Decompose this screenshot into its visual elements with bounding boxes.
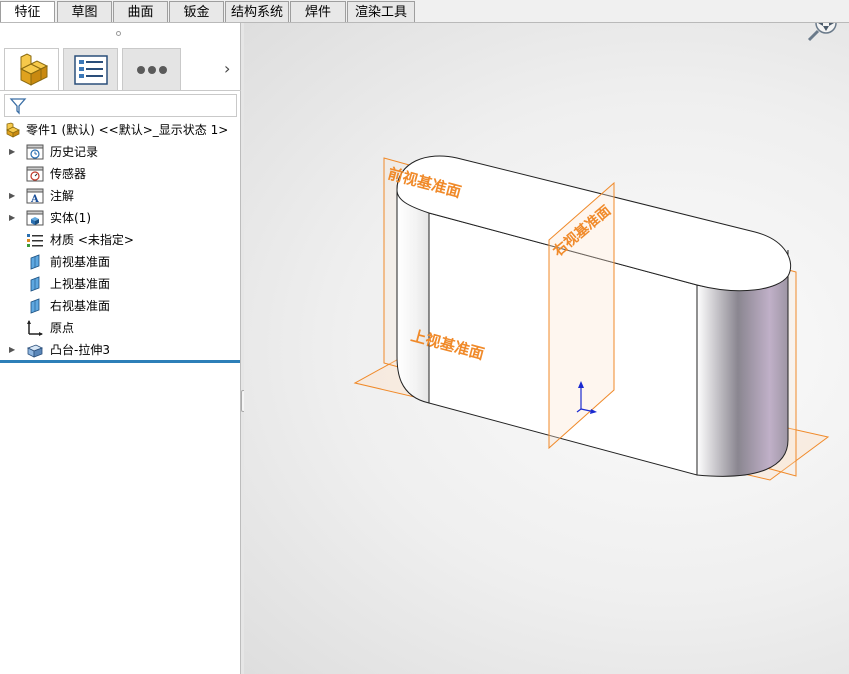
- tree-item-label: 材质 <未指定>: [50, 233, 134, 247]
- more-tab[interactable]: [122, 48, 181, 91]
- funnel-icon[interactable]: [8, 96, 28, 116]
- svg-text:A: A: [30, 194, 39, 204]
- featuremanager-tab[interactable]: [4, 48, 59, 91]
- annotation-icon: A: [26, 188, 44, 204]
- expand-arrow-icon[interactable]: ▶: [9, 339, 15, 361]
- featuremanager-icon: [19, 53, 49, 86]
- plane-icon: [30, 276, 40, 292]
- tree-item-sensors[interactable]: 传感器: [0, 163, 240, 185]
- graphics-viewport[interactable]: 前视基准面 上视基准面 右视基准面: [244, 23, 849, 674]
- propertymanager-tab[interactable]: [63, 48, 118, 91]
- tree-item-annotations[interactable]: ▶ A 注解: [0, 185, 240, 207]
- tree-item-top-plane[interactable]: 上视基准面: [0, 273, 240, 295]
- zoom-view-icon[interactable]: [807, 23, 837, 42]
- model-view[interactable]: 前视基准面 上视基准面 右视基准面: [244, 23, 849, 674]
- extrude-icon: [27, 344, 43, 358]
- tree-item-material[interactable]: 材质 <未指定>: [0, 229, 240, 251]
- tree-item-origin[interactable]: 原点: [0, 317, 240, 339]
- tab-sheet-metal[interactable]: 钣金: [169, 1, 224, 22]
- plane-icon: [30, 254, 40, 270]
- tree-root-label: 零件1 (默认) <<默认>_显示状态 1>: [26, 123, 229, 137]
- propertymanager-icon: [74, 55, 108, 85]
- tree-item-front-plane[interactable]: 前视基准面: [0, 251, 240, 273]
- expand-arrow-icon[interactable]: ▶: [9, 185, 15, 207]
- tree-item-label: 前视基准面: [50, 255, 111, 269]
- material-icon: [27, 234, 43, 247]
- tab-features[interactable]: 特征: [0, 1, 55, 23]
- tree-item-label: 凸台-拉伸3: [50, 343, 110, 357]
- expand-arrow-icon[interactable]: ▶: [9, 207, 15, 229]
- part-icon: [6, 122, 20, 138]
- tab-structure-system[interactable]: 结构系统: [225, 1, 289, 22]
- tab-render-tools[interactable]: 渲染工具: [347, 1, 415, 22]
- panel-grip-icon[interactable]: [116, 31, 121, 36]
- more-icon: [137, 66, 167, 74]
- tree-item-label: 右视基准面: [50, 299, 111, 313]
- tab-sketch[interactable]: 草图: [57, 1, 112, 22]
- tree-root-part[interactable]: 零件1 (默认) <<默认>_显示状态 1>: [0, 119, 240, 141]
- tree-item-label: 原点: [50, 321, 75, 335]
- rollback-bar[interactable]: [0, 360, 240, 363]
- tree-item-solid-bodies[interactable]: ▶ 实体(1): [0, 207, 240, 229]
- sensor-icon: [26, 166, 44, 182]
- origin-icon: [27, 320, 43, 336]
- tree-item-label: 注解: [50, 189, 75, 203]
- tree-item-label: 传感器: [50, 167, 87, 181]
- panel-tab-divider: [0, 90, 241, 91]
- tab-weldments[interactable]: 焊件: [290, 1, 346, 22]
- chevron-right-icon[interactable]: ›: [224, 59, 230, 78]
- plane-icon: [30, 298, 40, 314]
- tree-item-label: 上视基准面: [50, 277, 111, 291]
- tree-filter-field[interactable]: [4, 94, 237, 117]
- tree-item-label: 历史记录: [50, 145, 99, 159]
- tree-item-label: 实体(1): [50, 211, 91, 225]
- tree-item-history[interactable]: ▶ 历史记录: [0, 141, 240, 163]
- history-icon: [26, 144, 44, 160]
- tree-item-boss-extrude[interactable]: ▶ 凸台-拉伸3: [0, 339, 240, 361]
- command-tabbar: 特征 草图 曲面 钣金 结构系统 焊件 渲染工具: [0, 0, 849, 23]
- expand-arrow-icon[interactable]: ▶: [9, 141, 15, 163]
- tree-item-right-plane[interactable]: 右视基准面: [0, 295, 240, 317]
- solid-body-icon: [26, 210, 44, 226]
- tab-surfaces[interactable]: 曲面: [113, 1, 168, 22]
- feature-manager-panel: › 零件1 (默认) <<默认>_显示状态 1> ▶ 历史记录 传感器 ▶ A …: [0, 23, 241, 674]
